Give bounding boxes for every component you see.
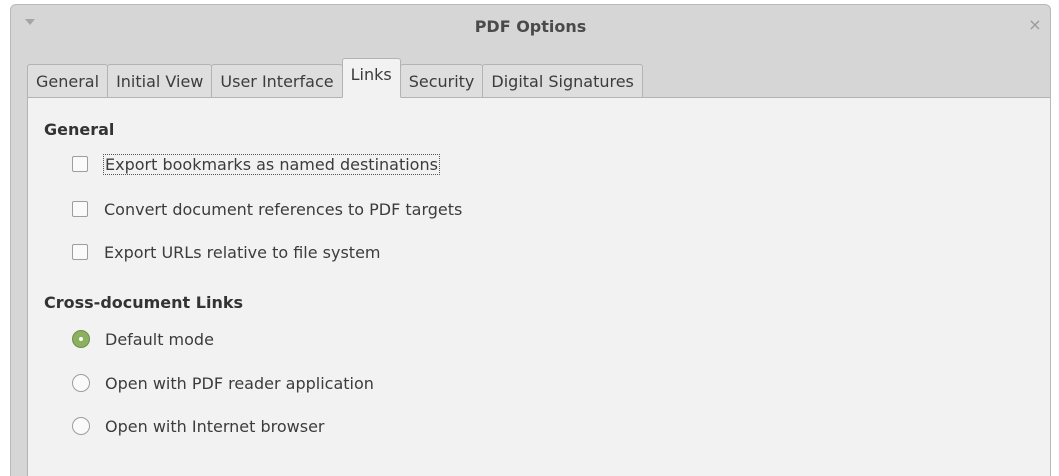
window-title: PDF Options [474,17,587,36]
tab-label: Links [350,64,392,84]
internet-browser-radio[interactable] [72,417,90,435]
internet-browser-option[interactable]: Open with Internet browser [72,414,324,438]
links-panel: General Export bookmarks as named destin… [27,97,1050,476]
tab-links[interactable]: Links [341,58,401,98]
title-bar[interactable]: PDF Options × [11,5,1050,51]
pdf-reader-radio[interactable] [72,374,90,392]
internet-browser-label[interactable]: Open with Internet browser [105,417,324,436]
tab-security[interactable]: Security [399,64,484,98]
convert-references-option[interactable]: Convert document references to PDF targe… [72,197,462,221]
export-bookmarks-label[interactable]: Export bookmarks as named destinations [103,153,440,175]
tab-label: Digital Signatures [491,72,634,91]
export-urls-relative-option[interactable]: Export URLs relative to file system [72,240,381,264]
tab-label: User Interface [220,72,334,91]
cross-document-section-title: Cross-document Links [44,293,243,312]
export-bookmarks-option[interactable]: Export bookmarks as named destinations [72,152,440,176]
tab-bar: General Initial View User Interface Link… [27,58,643,98]
pdf-options-dialog: PDF Options × General Initial View User … [10,4,1051,476]
tab-initial-view[interactable]: Initial View [107,64,213,98]
convert-references-checkbox[interactable] [72,201,88,217]
general-section-title: General [44,120,115,139]
convert-references-label[interactable]: Convert document references to PDF targe… [104,200,462,219]
default-mode-label[interactable]: Default mode [105,330,214,349]
export-bookmarks-checkbox[interactable] [72,156,88,172]
tab-general[interactable]: General [27,64,109,98]
tab-digital-signatures[interactable]: Digital Signatures [482,64,643,98]
default-mode-option[interactable]: Default mode [72,327,214,351]
export-urls-relative-label[interactable]: Export URLs relative to file system [104,243,381,262]
pdf-reader-option[interactable]: Open with PDF reader application [72,371,374,395]
tab-user-interface[interactable]: User Interface [211,64,343,98]
default-mode-radio[interactable] [72,330,90,348]
export-urls-relative-checkbox[interactable] [72,244,88,260]
pdf-reader-label[interactable]: Open with PDF reader application [105,374,374,393]
tab-label: Initial View [116,72,204,91]
tab-label: General [36,72,100,91]
close-icon[interactable]: × [1026,16,1044,34]
tab-label: Security [408,72,475,91]
